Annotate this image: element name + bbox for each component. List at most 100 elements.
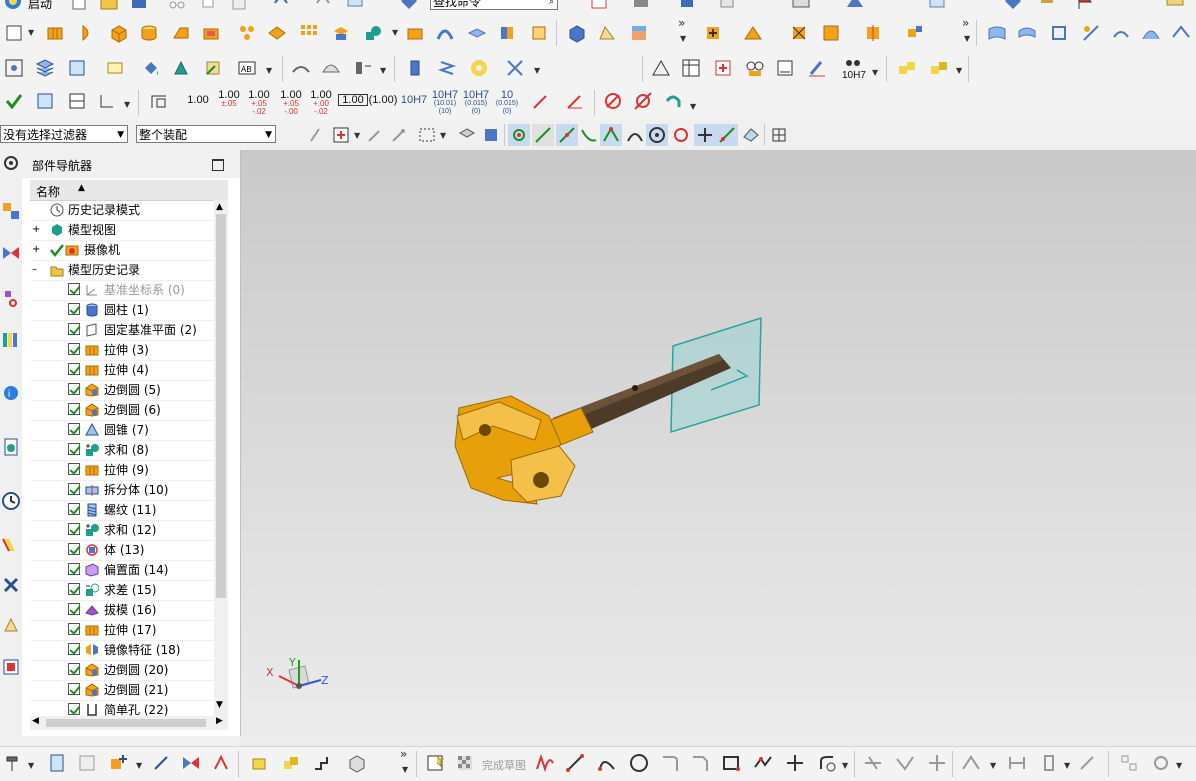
select-face-icon[interactable] <box>456 124 478 146</box>
coil-icon[interactable] <box>404 57 426 79</box>
flag-icon[interactable] <box>1074 0 1096 12</box>
visibility-checkbox[interactable] <box>68 363 80 375</box>
visibility-checkbox[interactable] <box>68 563 80 575</box>
face-color-icon[interactable] <box>628 22 650 44</box>
reuse-library-icon[interactable] <box>0 328 22 350</box>
visibility-checkbox[interactable] <box>68 303 80 315</box>
selection-scope-select[interactable]: 整个装配 ▼ <box>136 125 276 143</box>
arc-icon[interactable] <box>596 752 618 774</box>
line-icon[interactable] <box>564 752 586 774</box>
sketch-relations-icon[interactable] <box>1118 752 1140 774</box>
feature-row[interactable]: 圆柱 (1) <box>30 300 215 321</box>
feature-row[interactable]: 求差 (15) <box>30 580 215 601</box>
visibility-checkbox[interactable] <box>68 383 80 395</box>
package-icon[interactable] <box>346 752 368 774</box>
visibility-checkbox[interactable] <box>68 443 80 455</box>
visibility-checkbox[interactable] <box>68 283 80 295</box>
column-header-name[interactable]: 名称 ▲ <box>30 180 228 201</box>
feature-row[interactable]: 求和 (8) <box>30 440 215 461</box>
visibility-checkbox[interactable] <box>68 523 80 535</box>
hd3d-tools-icon[interactable]: i <box>0 382 22 404</box>
analysis-icon[interactable] <box>202 57 224 79</box>
chevron-down-icon[interactable]: ▼ <box>990 761 996 770</box>
feature-row[interactable]: 边倒圆 (20) <box>30 660 215 681</box>
scroll-up-icon[interactable]: ▲ <box>216 202 223 212</box>
chamfer-icon[interactable] <box>170 22 192 44</box>
collapse-icon[interactable]: – <box>32 260 37 280</box>
block-feature-icon[interactable] <box>108 22 130 44</box>
chevron-down-icon[interactable]: ▼ <box>440 131 446 140</box>
select-body-icon[interactable] <box>480 124 502 146</box>
process-studio-icon[interactable] <box>0 534 22 556</box>
feature-row[interactable]: 偏置面 (14) <box>30 560 215 581</box>
web-browser-icon[interactable] <box>0 436 22 458</box>
auto-constraint-icon[interactable] <box>1076 752 1098 774</box>
chevron-down-icon[interactable]: ▼ <box>680 34 686 43</box>
combine-icon[interactable] <box>266 22 288 44</box>
radius-dim-icon[interactable] <box>530 90 552 112</box>
feature-row[interactable]: 边倒圆 (21) <box>30 680 215 701</box>
chevron-down-icon[interactable]: ▼ <box>534 66 540 75</box>
dim-value-0[interactable]: 1.00 <box>182 95 214 106</box>
image-icon[interactable] <box>76 752 98 774</box>
dimension-style-icon[interactable] <box>148 90 170 112</box>
tree-node-cameras[interactable]: + 摄像机 <box>30 240 215 261</box>
constraint-navigator-icon[interactable] <box>0 242 22 264</box>
corner-icon[interactable] <box>926 752 948 774</box>
feature-row[interactable]: 拉伸 (3) <box>30 340 215 361</box>
visibility-checkbox[interactable] <box>68 543 80 555</box>
maximize-icon[interactable] <box>212 159 224 171</box>
paint-bucket-icon[interactable] <box>140 57 162 79</box>
assembly-navigator-icon[interactable] <box>0 200 22 222</box>
tree-node-model-history[interactable]: – 模型历史记录 <box>30 260 215 281</box>
block-icon[interactable] <box>676 0 698 12</box>
selection-filter-select[interactable]: 没有选择过滤器 ▼ <box>0 125 128 143</box>
point-icon[interactable] <box>784 752 806 774</box>
layer-icon[interactable] <box>926 0 948 12</box>
dimension-icon[interactable] <box>806 57 828 79</box>
ruler-icon[interactable] <box>1164 0 1186 12</box>
chevron-down-icon[interactable]: ▼ <box>1176 761 1182 770</box>
visibility-checkbox[interactable] <box>68 663 80 675</box>
feature-row[interactable]: 拉伸 (4) <box>30 360 215 381</box>
diameter-alt-icon[interactable] <box>632 90 654 112</box>
manufacturing-wizard-icon[interactable] <box>0 574 22 596</box>
snap-point-plus-icon[interactable] <box>694 124 716 146</box>
cut-icon[interactable] <box>166 0 188 12</box>
toolbar-overflow-button[interactable]: » <box>962 16 969 30</box>
feature-row[interactable]: 镜像特征 (18) <box>30 640 215 661</box>
pattern-icon[interactable] <box>236 22 258 44</box>
scroll-down-icon[interactable]: ▼ <box>216 700 223 710</box>
block-bottom-icon[interactable] <box>248 752 270 774</box>
touch-mode-icon[interactable] <box>398 0 420 12</box>
feature-row[interactable]: 拉伸 (17) <box>30 620 215 641</box>
document-icon[interactable] <box>716 0 738 12</box>
chevron-down-icon[interactable]: ▼ <box>136 761 142 770</box>
link-icon[interactable] <box>150 752 172 774</box>
visibility-checkbox[interactable] <box>68 683 80 695</box>
feature-row[interactable]: 圆锥 (7) <box>30 420 215 441</box>
dim-value-3[interactable]: 1.00 +.05 -.00 <box>276 90 306 116</box>
trim-icon[interactable] <box>862 752 884 774</box>
balloon-icon[interactable] <box>744 57 766 79</box>
snap-point-icon[interactable] <box>364 124 386 146</box>
feature-row[interactable]: 拔模 (16) <box>30 600 215 621</box>
new-file-icon[interactable] <box>68 0 90 12</box>
hammer-icon[interactable] <box>2 752 24 774</box>
extend-icon[interactable] <box>894 752 916 774</box>
snap-on-face-icon[interactable] <box>740 124 762 146</box>
horizontal-scrollbar[interactable]: ◀ ▶ <box>30 716 228 730</box>
stock-bottom-icon[interactable] <box>280 752 302 774</box>
feature-row[interactable]: 固定基准平面 (2) <box>30 320 215 341</box>
part-navigator-icon[interactable] <box>0 288 22 310</box>
axis-icon[interactable] <box>96 90 118 112</box>
hscroll-thumb[interactable] <box>46 719 206 727</box>
parts-list-icon[interactable] <box>712 57 734 79</box>
dim-value-8[interactable]: 10H7 (10.01) (10) <box>430 90 460 116</box>
measure-icon[interactable] <box>170 57 192 79</box>
text-icon[interactable]: AB <box>236 57 258 79</box>
trim-body-icon[interactable] <box>330 22 352 44</box>
exploded-view-icon[interactable] <box>904 22 926 44</box>
through-curves-icon[interactable] <box>1016 22 1038 44</box>
chevron-down-icon[interactable]: ▼ <box>690 102 696 111</box>
